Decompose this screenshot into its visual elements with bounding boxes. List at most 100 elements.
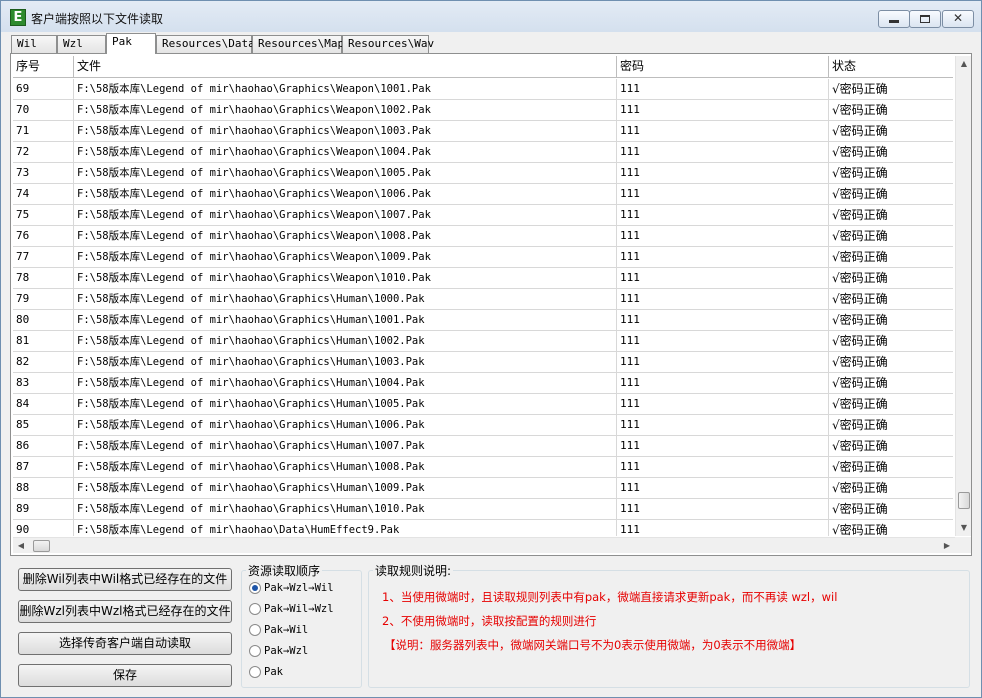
vertical-scrollbar[interactable]: ▲ ▼	[955, 56, 971, 536]
horizontal-scroll-thumb[interactable]	[33, 540, 50, 552]
column-header-status[interactable]: 状态	[829, 56, 953, 78]
cell-index: 77	[13, 247, 74, 268]
cell-index: 76	[13, 226, 74, 247]
scroll-down-icon[interactable]: ▼	[956, 520, 972, 536]
file-table[interactable]: 序号 文件 密码 状态 69 F:\58版本库\Legend of mir\hao…	[13, 56, 953, 536]
table-row[interactable]: 87 F:\58版本库\Legend of mir\haohao\Graphics…	[13, 457, 953, 478]
title-bar[interactable]: E 客户端按照以下文件读取 ✕	[1, 1, 981, 32]
column-header-password[interactable]: 密码	[617, 56, 829, 78]
cell-status: √密码正确	[832, 439, 888, 453]
table-row[interactable]: 74 F:\58版本库\Legend of mir\haohao\Graphics…	[13, 184, 953, 205]
rule-line-2: 2、不使用微端时，读取按配置的规则进行	[382, 614, 597, 628]
minimize-button[interactable]	[878, 10, 910, 28]
cell-index: 81	[13, 331, 74, 352]
cell-status: √密码正确	[832, 250, 888, 264]
column-header-file[interactable]: 文件	[74, 56, 617, 78]
vertical-scroll-thumb[interactable]	[958, 492, 970, 509]
cell-file-path: F:\58版本库\Legend of mir\haohao\Graphics\W…	[74, 247, 617, 268]
tab-resources-map[interactable]: Resources\Map	[252, 35, 344, 53]
cell-file-path: F:\58版本库\Legend of mir\haohao\Graphics\H…	[74, 394, 617, 415]
table-row[interactable]: 88 F:\58版本库\Legend of mir\haohao\Graphics…	[13, 478, 953, 499]
table-row[interactable]: 75 F:\58版本库\Legend of mir\haohao\Graphics…	[13, 205, 953, 226]
pak-file-list-panel: 序号 文件 密码 状态 69 F:\58版本库\Legend of mir\hao…	[10, 53, 972, 556]
radio-checked-icon[interactable]	[249, 582, 261, 594]
cell-password: 111	[617, 100, 829, 121]
tab-wil[interactable]: Wil	[11, 35, 57, 53]
cell-status: √密码正确	[832, 103, 888, 117]
table-row[interactable]: 69 F:\58版本库\Legend of mir\haohao\Graphics…	[13, 79, 953, 100]
table-row[interactable]: 85 F:\58版本库\Legend of mir\haohao\Graphics…	[13, 415, 953, 436]
cell-password: 111	[617, 142, 829, 163]
cell-file-path: F:\58版本库\Legend of mir\haohao\Graphics\H…	[74, 415, 617, 436]
maximize-button[interactable]	[909, 10, 941, 28]
table-row[interactable]: 81 F:\58版本库\Legend of mir\haohao\Graphics…	[13, 331, 953, 352]
cell-password: 111	[617, 163, 829, 184]
cell-index: 78	[13, 268, 74, 289]
table-row[interactable]: 84 F:\58版本库\Legend of mir\haohao\Graphics…	[13, 394, 953, 415]
table-row[interactable]: 83 F:\58版本库\Legend of mir\haohao\Graphics…	[13, 373, 953, 394]
auto-read-client-button[interactable]: 选择传奇客户端自动读取	[18, 632, 232, 655]
table-row[interactable]: 90 F:\58版本库\Legend of mir\haohao\Data\Hum…	[13, 520, 953, 536]
tab-wzl[interactable]: Wzl	[57, 35, 106, 53]
tab-resources-wav[interactable]: Resources\Wav	[342, 35, 434, 53]
cell-password: 111	[617, 184, 829, 205]
cell-password: 111	[617, 520, 829, 536]
cell-password: 111	[617, 289, 829, 310]
cell-password: 111	[617, 121, 829, 142]
cell-index: 74	[13, 184, 74, 205]
cell-password: 111	[617, 205, 829, 226]
cell-file-path: F:\58版本库\Legend of mir\haohao\Graphics\H…	[74, 499, 617, 520]
tab-resources-data[interactable]: Resources\Data	[156, 35, 255, 53]
table-row[interactable]: 71 F:\58版本库\Legend of mir\haohao\Graphics…	[13, 121, 953, 142]
cell-index: 69	[13, 79, 74, 100]
cell-index: 89	[13, 499, 74, 520]
table-row[interactable]: 70 F:\58版本库\Legend of mir\haohao\Graphics…	[13, 100, 953, 121]
horizontal-scrollbar[interactable]: ◀ ▶	[13, 537, 955, 553]
cell-index: 85	[13, 415, 74, 436]
cell-status: √密码正确	[832, 166, 888, 180]
cell-file-path: F:\58版本库\Legend of mir\haohao\Graphics\H…	[74, 457, 617, 478]
column-header-index[interactable]: 序号	[13, 56, 74, 78]
cell-file-path: F:\58版本库\Legend of mir\haohao\Graphics\H…	[74, 352, 617, 373]
table-row[interactable]: 89 F:\58版本库\Legend of mir\haohao\Graphics…	[13, 499, 953, 520]
close-icon: ✕	[952, 11, 964, 25]
cell-status: √密码正确	[832, 187, 888, 201]
table-row[interactable]: 73 F:\58版本库\Legend of mir\haohao\Graphics…	[13, 163, 953, 184]
cell-index: 87	[13, 457, 74, 478]
rule-line-1: 1、当使用微端时，且读取规则列表中有pak，微端直接请求更新pak，而不再读 w…	[382, 590, 838, 604]
cell-status: √密码正确	[832, 418, 888, 432]
cell-status: √密码正确	[832, 397, 888, 411]
cell-index: 79	[13, 289, 74, 310]
rule-line-3: 【说明：服务器列表中，微端网关端口号不为0表示使用微端，为0表示不用微端】	[384, 638, 802, 652]
cell-status: √密码正确	[832, 208, 888, 222]
cell-status: √密码正确	[832, 229, 888, 243]
radio-unchecked-icon[interactable]	[249, 645, 261, 657]
close-button[interactable]: ✕	[942, 10, 974, 28]
read-order-title: 资源读取顺序	[246, 562, 323, 579]
save-button[interactable]: 保存	[18, 664, 232, 687]
cell-password: 111	[617, 415, 829, 436]
cell-password: 111	[617, 247, 829, 268]
radio-unchecked-icon[interactable]	[249, 624, 261, 636]
delete-wzl-files-button[interactable]: 删除Wzl列表中Wzl格式已经存在的文件	[18, 600, 232, 623]
table-row[interactable]: 86 F:\58版本库\Legend of mir\haohao\Graphics…	[13, 436, 953, 457]
table-row[interactable]: 79 F:\58版本库\Legend of mir\haohao\Graphics…	[13, 289, 953, 310]
cell-file-path: F:\58版本库\Legend of mir\haohao\Graphics\W…	[74, 205, 617, 226]
cell-file-path: F:\58版本库\Legend of mir\haohao\Graphics\W…	[74, 142, 617, 163]
table-row[interactable]: 77 F:\58版本库\Legend of mir\haohao\Graphics…	[13, 247, 953, 268]
cell-status: √密码正确	[832, 502, 888, 516]
scroll-up-icon[interactable]: ▲	[956, 56, 972, 72]
tab-pak[interactable]: Pak	[106, 33, 156, 54]
scroll-right-icon[interactable]: ▶	[939, 538, 955, 554]
cell-password: 111	[617, 373, 829, 394]
radio-unchecked-icon[interactable]	[249, 666, 261, 678]
table-row[interactable]: 76 F:\58版本库\Legend of mir\haohao\Graphics…	[13, 226, 953, 247]
table-row[interactable]: 72 F:\58版本库\Legend of mir\haohao\Graphics…	[13, 142, 953, 163]
table-row[interactable]: 80 F:\58版本库\Legend of mir\haohao\Graphics…	[13, 310, 953, 331]
table-row[interactable]: 78 F:\58版本库\Legend of mir\haohao\Graphics…	[13, 268, 953, 289]
table-row[interactable]: 82 F:\58版本库\Legend of mir\haohao\Graphics…	[13, 352, 953, 373]
cell-password: 111	[617, 457, 829, 478]
scroll-left-icon[interactable]: ◀	[13, 538, 29, 554]
delete-wil-files-button[interactable]: 删除Wil列表中Wil格式已经存在的文件	[18, 568, 232, 591]
radio-unchecked-icon[interactable]	[249, 603, 261, 615]
